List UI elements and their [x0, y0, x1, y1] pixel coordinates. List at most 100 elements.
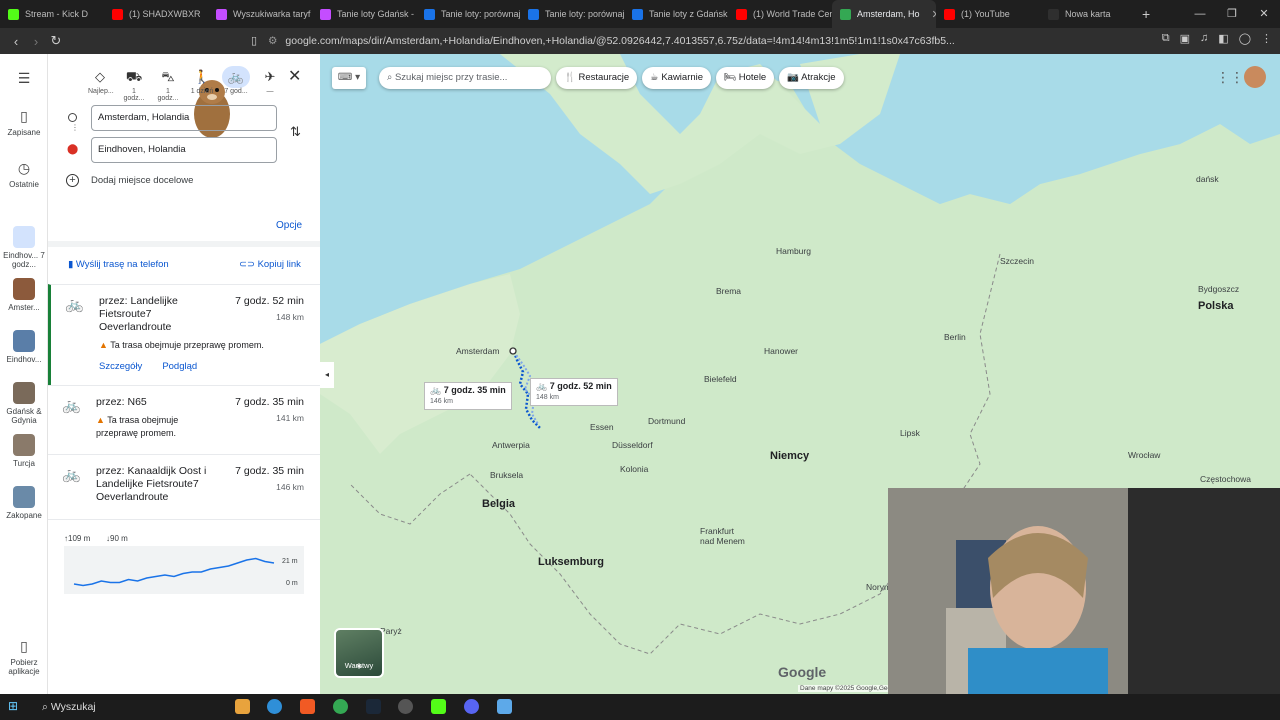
steam-icon[interactable]: [366, 699, 381, 714]
get-app-button[interactable]: ▯ Pobierz aplikacje: [0, 638, 48, 676]
travel-mode-button[interactable]: 🚲 7 god...: [222, 66, 250, 102]
bike-icon: 🚲: [430, 385, 444, 395]
copy-link-button[interactable]: ⊂⊃ Kopiuj link: [239, 259, 301, 270]
rail-recent-item[interactable]: Amster...: [0, 278, 48, 312]
rail-recent-item[interactable]: Gdańsk & Gdynia: [0, 382, 48, 425]
browser-tab[interactable]: Nowa karta: [1040, 0, 1130, 28]
url-field[interactable]: ⚙ google.com/maps/dir/Amsterdam,+Holandi…: [268, 32, 988, 50]
route-option[interactable]: 🚲 przez: N65 7 godz. 35 min 141 km ▲ Ta …: [48, 385, 320, 454]
media-icon[interactable]: ♫: [1200, 32, 1208, 45]
app-icon[interactable]: [497, 699, 512, 714]
rail-recent-item[interactable]: Eindhov... 7 godz...: [0, 226, 48, 269]
minimize-icon[interactable]: —: [1184, 0, 1216, 28]
browser-tab[interactable]: Tanie loty: porównaj: [416, 0, 520, 28]
profile-icon[interactable]: ◯: [1239, 32, 1251, 45]
destination-input[interactable]: Eindhoven, Holandia: [91, 137, 277, 163]
bike-icon: 🚲: [62, 397, 81, 414]
restore-icon[interactable]: ❐: [1216, 0, 1248, 28]
travel-mode-button[interactable]: ⛍ 1 godz...: [156, 66, 180, 102]
brave-icon[interactable]: [300, 699, 315, 714]
travel-mode-icon: ⛍: [161, 69, 175, 84]
close-window-icon[interactable]: ✕: [1248, 0, 1280, 28]
file-explorer-icon[interactable]: [235, 699, 250, 714]
tab-title: Tanie loty z Gdańsk: [649, 9, 728, 19]
details-link[interactable]: Szczegóły: [99, 361, 142, 372]
site-settings-icon[interactable]: ⚙: [268, 32, 277, 50]
browser-tab[interactable]: Tanie loty Gdańsk -: [312, 0, 416, 28]
rail-recent-item[interactable]: Eindhov...: [0, 330, 48, 364]
collapse-panel-icon[interactable]: ◂: [320, 362, 334, 388]
browser-tab[interactable]: Wyszukiwarka taryf: [208, 0, 312, 28]
layers-button[interactable]: ◈ Warstwy: [334, 628, 384, 678]
tab-title: (1) World Trade Cen: [753, 9, 832, 19]
chip-restaurants[interactable]: 🍴 Restauracje: [556, 67, 638, 89]
travel-mode-button[interactable]: ✈ —: [258, 66, 282, 102]
browser-tab[interactable]: (1) YouTube: [936, 0, 1040, 28]
windows-start-icon[interactable]: ⊞: [8, 699, 23, 714]
reload-icon[interactable]: ↻: [46, 33, 66, 49]
travel-mode-button[interactable]: ◇ Najlep...: [88, 66, 114, 102]
extension-icon[interactable]: ⧉: [1162, 32, 1170, 45]
back-icon[interactable]: ‹: [6, 34, 26, 49]
bike-icon: 🚲: [65, 296, 84, 313]
menu-icon[interactable]: ⋮: [1261, 32, 1272, 45]
kick-icon[interactable]: [431, 699, 446, 714]
taskbar-search[interactable]: ⌕ Wyszukaj: [34, 697, 220, 717]
thumbnail: [13, 330, 35, 352]
input-tools-button[interactable]: ⌨ ▾: [332, 67, 366, 89]
origin-input[interactable]: Amsterdam, Holandia: [91, 105, 277, 131]
preview-link[interactable]: Podgląd: [162, 361, 197, 372]
window-controls: — ❐ ✕: [1184, 0, 1280, 28]
route-option[interactable]: 🚲 przez: Landelijke Fietsroute7 Oeverlan…: [48, 284, 320, 385]
chip-hotels[interactable]: 🛏 Hotele: [716, 67, 775, 89]
screenshot-icon[interactable]: ▣: [1180, 32, 1190, 45]
link-icon: ⊂⊃: [239, 259, 258, 270]
browser-tab[interactable]: (1) SHADXWBXR: [104, 0, 208, 28]
tab-title: Wyszukiwarka taryf: [233, 9, 311, 19]
elevation-line: [73, 557, 275, 587]
browser-tab[interactable]: Tanie loty: porównaj: [520, 0, 624, 28]
google-logo: Google: [778, 664, 827, 680]
map-label-berlin: Berlin: [944, 332, 966, 342]
route-callout-alt[interactable]: 🚲 7 godz. 35 min 146 km: [424, 382, 512, 410]
travel-mode-button[interactable]: 🚶 1 dzień: [190, 66, 214, 102]
map-label-bydgoszcz: Bydgoszcz: [1198, 284, 1240, 294]
bookmark-icon[interactable]: ▯: [244, 34, 264, 47]
tab-title: Tanie loty: porównaj: [545, 9, 624, 19]
chrome-icon[interactable]: [333, 699, 348, 714]
sidebar-icon[interactable]: ◧: [1218, 32, 1228, 45]
swap-direction-icon[interactable]: ⇅: [290, 124, 301, 140]
recent-button[interactable]: ◷ Ostatnie: [0, 160, 48, 189]
browser-tab[interactable]: (1) World Trade Cen: [728, 0, 832, 28]
map-label-luksemburg: Luksemburg: [538, 556, 605, 568]
elevation-chart[interactable]: ↑109 m ↓90 m 21 m 0 m: [64, 534, 304, 594]
favicon-icon: [736, 8, 747, 20]
close-directions-icon[interactable]: ✕: [288, 66, 301, 86]
map-canvas[interactable]: ⌨ ▾ ⌕ Szukaj miejsc przy trasie... 🍴 Res…: [320, 54, 1280, 694]
travel-mode-icon: ⛟: [125, 69, 143, 84]
rail-recent-item[interactable]: Zakopane: [0, 486, 48, 520]
chip-attractions[interactable]: 📷 Atrakcje: [779, 67, 844, 89]
obs-icon[interactable]: [398, 699, 413, 714]
new-tab-button[interactable]: +: [1130, 6, 1162, 22]
saved-button[interactable]: ▯ Zapisane: [0, 108, 48, 137]
bed-icon: 🛏: [724, 72, 739, 83]
add-destination-button[interactable]: + Dodaj miejsce docelowe: [66, 174, 193, 187]
route-callout-main[interactable]: 🚲 7 godz. 52 min 148 km: [530, 378, 618, 406]
edge-icon[interactable]: [267, 699, 282, 714]
options-button[interactable]: Opcje: [276, 220, 302, 231]
browser-tab[interactable]: Stream - Kick D: [0, 0, 104, 28]
hamburger-menu-icon[interactable]: ☰: [0, 70, 48, 90]
send-to-phone-link[interactable]: ▮ Wyślij trasę na telefon: [68, 259, 169, 270]
browser-tab[interactable]: Amsterdam, Ho✕: [832, 0, 936, 28]
route-search-input[interactable]: ⌕ Szukaj miejsc przy trasie...: [379, 67, 551, 89]
chip-cafes[interactable]: ☕ Kawiarnie: [642, 67, 712, 89]
forward-icon[interactable]: ›: [26, 34, 46, 49]
url-text: google.com/maps/dir/Amsterdam,+Holandia/…: [285, 35, 955, 47]
route-option[interactable]: 🚲 przez: Kanaaldijk Oost i Landelijke Fi…: [48, 454, 320, 520]
discord-icon[interactable]: [464, 699, 479, 714]
rail-recent-item[interactable]: Turcja: [0, 434, 48, 468]
travel-mode-button[interactable]: ⛟ 1 godz...: [122, 66, 146, 102]
browser-tab[interactable]: Tanie loty z Gdańsk: [624, 0, 728, 28]
avatar[interactable]: [1244, 66, 1266, 88]
